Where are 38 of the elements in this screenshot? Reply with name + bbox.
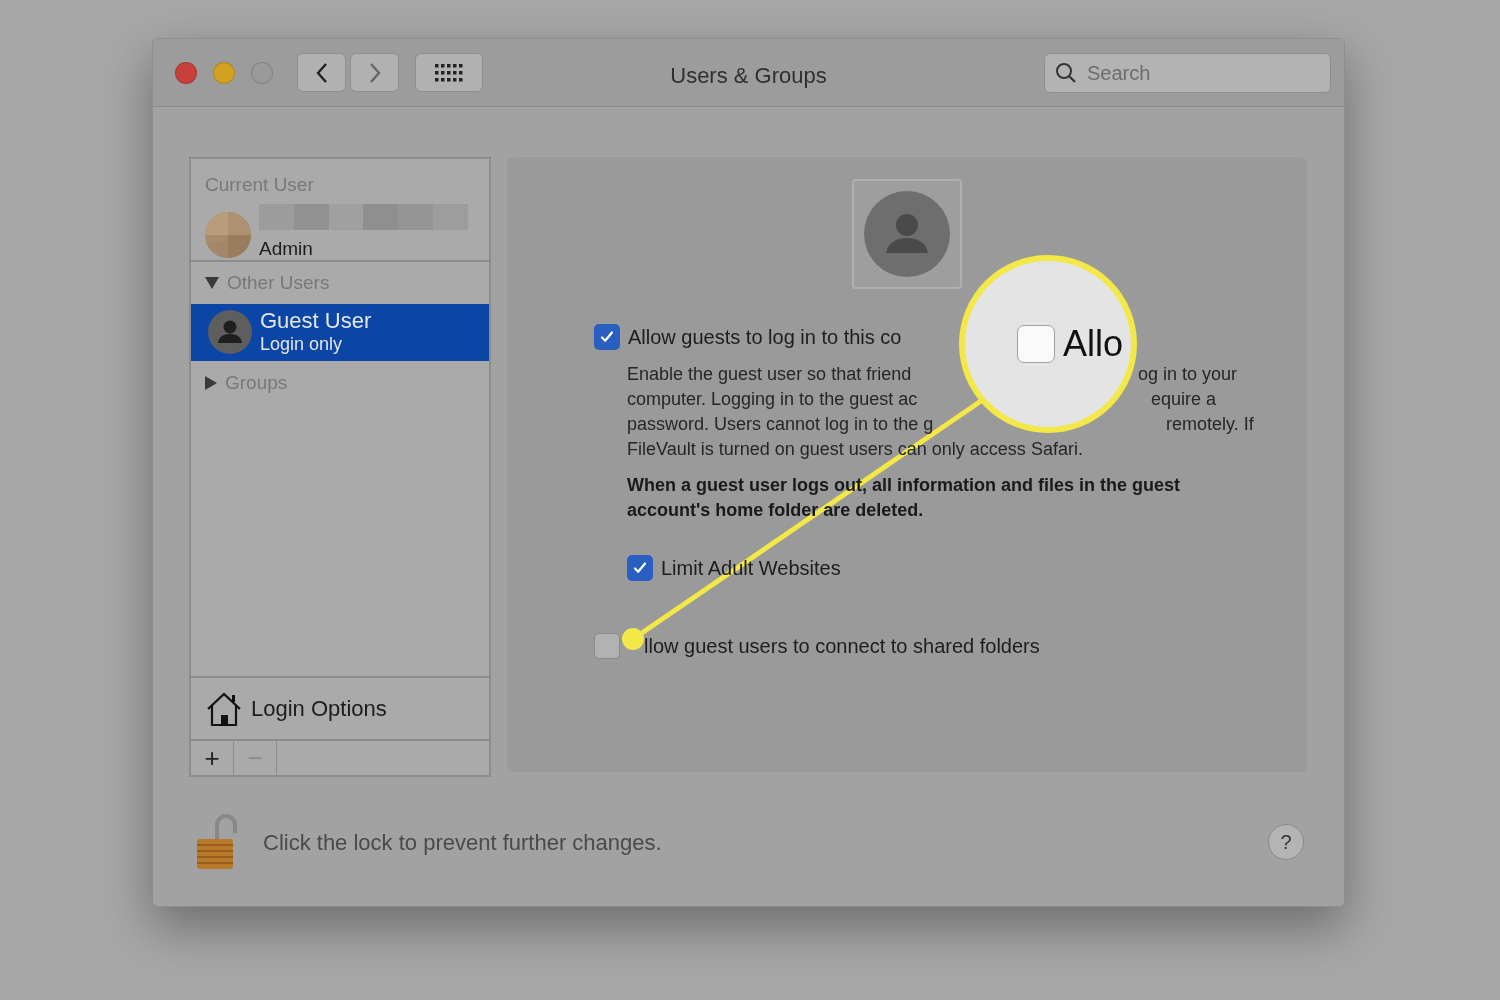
checkmark-icon <box>599 329 615 345</box>
description-text: remotely. If <box>1166 413 1255 436</box>
chevron-left-icon <box>314 61 329 84</box>
checkbox[interactable] <box>627 555 653 581</box>
user-silhouette-icon <box>208 310 252 354</box>
user-name: Guest User <box>260 308 372 335</box>
description-text: password. Users cannot log in to the g <box>627 413 935 436</box>
close-button[interactable] <box>175 61 197 84</box>
avatar-frame[interactable] <box>852 179 962 289</box>
search-icon <box>1055 62 1077 84</box>
lock-message: Click the lock to prevent further changes. <box>263 828 662 857</box>
grid-icon <box>435 63 463 82</box>
description-text: equire a <box>1151 388 1218 411</box>
description-text: computer. Logging in to the guest ac <box>627 388 919 411</box>
search-field[interactable]: Search <box>1044 53 1331 93</box>
user-subtitle: Login only <box>260 334 344 356</box>
search-input[interactable]: Search <box>1085 54 1330 92</box>
help-button[interactable]: ? <box>1268 824 1304 860</box>
checkmark-icon <box>632 560 648 576</box>
back-button[interactable] <box>297 53 346 92</box>
user-list-item[interactable]: Guest User Login only <box>191 303 489 361</box>
option-label: llow guest users to connect to shared folders <box>644 634 1040 659</box>
disclosure-triangle-icon[interactable] <box>205 375 217 390</box>
checkbox[interactable] <box>594 324 620 350</box>
callout-label: Allo <box>1063 322 1124 366</box>
description-text: og in to your <box>1138 363 1239 386</box>
window-title: Users & Groups <box>670 63 827 88</box>
user-role: Admin <box>259 236 314 261</box>
checkbox[interactable] <box>594 633 620 659</box>
add-button[interactable]: + <box>191 741 234 775</box>
user-silhouette-icon <box>864 191 950 277</box>
disclosure-triangle-icon[interactable] <box>205 277 219 290</box>
login-options-item[interactable]: Login Options <box>191 676 489 739</box>
checkbox[interactable] <box>1017 325 1055 363</box>
chevron-right-icon <box>367 61 382 84</box>
option-label: Allow guests to log in to this co <box>628 325 902 350</box>
show-all-button[interactable] <box>415 53 483 92</box>
description-text: Enable the guest user so that friend <box>627 363 913 386</box>
